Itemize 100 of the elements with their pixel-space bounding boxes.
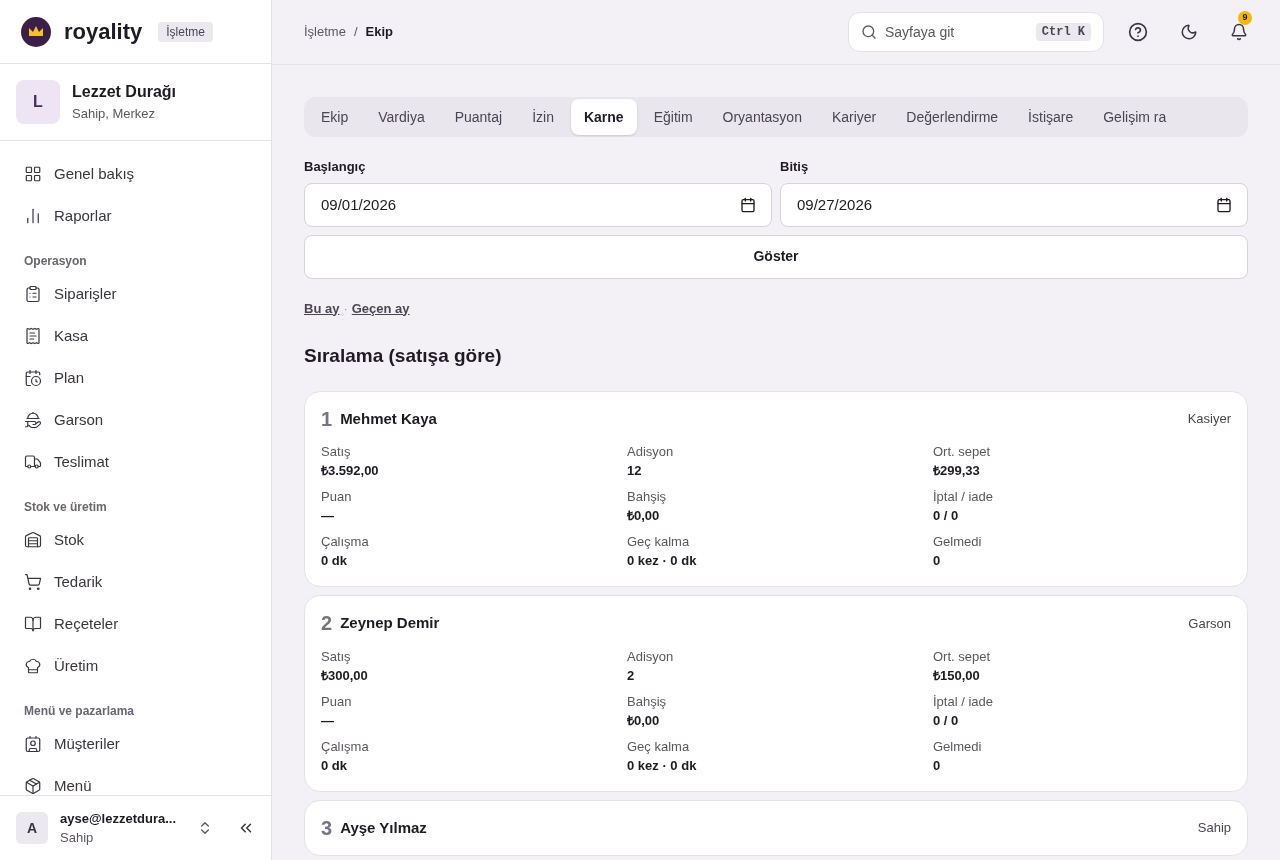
chef-hat-icon — [24, 657, 42, 675]
stat-label: Satış — [321, 443, 352, 461]
tab[interactable]: Kariyer — [818, 99, 890, 135]
help-icon[interactable] — [1128, 22, 1148, 42]
employee-role: Sahip — [1197, 819, 1231, 837]
stat-label: Çalışma — [321, 533, 370, 551]
calendar-icon[interactable] — [740, 196, 756, 213]
sidebar-item[interactable]: Genel bakış — [12, 153, 259, 195]
search-input[interactable]: Sayfaya git — [885, 21, 1028, 43]
stat-value: 0 — [933, 756, 942, 775]
stat-label: Geç kalma — [627, 737, 691, 756]
clipboard-icon — [24, 285, 42, 303]
breadcrumb-separator: / — [353, 23, 358, 42]
tab[interactable]: Değerlendirme — [893, 99, 1012, 135]
stat-value: 0 dk — [321, 756, 348, 775]
grid-icon — [24, 165, 42, 183]
contact-card-icon — [24, 735, 42, 753]
stat-value: 0 kez · 0 dk — [627, 552, 698, 570]
brand-name: royality — [64, 18, 143, 46]
warehouse-icon — [24, 531, 42, 549]
stat-value: 0 kez · 0 dk — [627, 756, 698, 775]
tab[interactable]: İstişare — [1015, 99, 1087, 135]
stat-label: Çalışma — [321, 737, 370, 756]
tab[interactable]: Karne — [570, 99, 637, 135]
rank-number: 2 — [321, 613, 333, 634]
stat-value: ₺3.592,00 — [321, 462, 380, 480]
sidebar-item[interactable]: Garson — [12, 399, 259, 441]
business-role: Sahip, Merkez — [72, 105, 157, 124]
rank-number: 1 — [321, 408, 333, 429]
sidebar-item[interactable]: Siparişler — [12, 273, 259, 315]
employee-role: Garson — [1188, 614, 1231, 633]
tab[interactable]: Ekip — [308, 99, 362, 135]
sidebar-item[interactable]: Plan — [12, 357, 259, 399]
sidebar-item[interactable]: Raporlar — [12, 195, 259, 237]
bar-chart-icon — [24, 207, 42, 225]
nav-section-title: Menü ve pazarlama — [23, 703, 136, 720]
shortcut-hint: Ctrl K — [1035, 23, 1091, 41]
stat-value: ₺299,33 — [933, 462, 981, 480]
business-avatar: L — [16, 80, 60, 124]
date-field[interactable]: 09/27/2026 — [780, 182, 1248, 227]
tab[interactable]: Puantaj — [441, 99, 516, 135]
calendar-icon — [24, 369, 42, 387]
sidebar-item[interactable]: Menü — [12, 765, 259, 795]
stat-label: Ort. sepet — [933, 647, 992, 666]
search-icon — [861, 24, 877, 40]
crown-logo-icon — [20, 15, 52, 48]
stat-label: Puan — [321, 692, 353, 711]
truck-icon — [24, 453, 42, 471]
employee-name: Ayşe Yılmaz — [340, 817, 427, 838]
stat-label: Adisyon — [627, 443, 675, 461]
breadcrumb-item[interactable]: İşletme — [304, 22, 346, 42]
tab[interactable]: Vardiya — [365, 99, 438, 135]
book-icon — [24, 615, 42, 633]
employee-role: Kasiyer — [1187, 410, 1231, 428]
show-button[interactable]: Göster — [304, 234, 1248, 279]
cart-icon — [24, 573, 42, 591]
stat-label: Bahşiş — [627, 692, 668, 711]
stat-label: Bahşiş — [627, 488, 668, 506]
employee-name: Mehmet Kaya — [340, 408, 437, 429]
sidebar-item[interactable]: Teslimat — [12, 441, 259, 483]
dark-mode-icon[interactable] — [1180, 23, 1198, 41]
sidebar-item[interactable]: Üretim — [12, 645, 259, 687]
stat-value: — — [321, 711, 335, 730]
user-avatar: A — [16, 812, 48, 844]
stat-label: Geç kalma — [627, 533, 691, 551]
stat-value: 0 / 0 — [933, 507, 960, 525]
tab[interactable]: İzin — [519, 99, 567, 135]
sidebar-item[interactable]: Tedarik — [12, 561, 259, 603]
serving-tray-icon — [24, 411, 42, 429]
sidebar-item[interactable]: Müşteriler — [12, 723, 259, 765]
stat-value: ₺150,00 — [933, 666, 981, 685]
date-label: Başlangıç — [304, 158, 367, 176]
date-field[interactable]: 09/01/2026 — [304, 182, 772, 227]
notification-bell-icon[interactable] — [1230, 23, 1248, 41]
tab[interactable]: Eğitim — [640, 99, 706, 135]
employee-name: Zeynep Demir — [340, 613, 440, 633]
stat-label: Adisyon — [627, 647, 675, 666]
date-label: Bitiş — [780, 158, 810, 176]
tab[interactable]: Gelişim ra — [1090, 99, 1180, 135]
rank-number: 3 — [321, 817, 333, 838]
stat-label: Ort. sepet — [933, 443, 992, 461]
search-field[interactable]: Sayfaya git Ctrl K — [848, 12, 1104, 52]
period-link[interactable]: Bu ay — [304, 298, 340, 318]
notification-count: 9 — [1238, 11, 1252, 25]
stat-label: Gelmedi — [933, 533, 983, 551]
stat-label: Satış — [321, 647, 352, 666]
calendar-icon[interactable] — [1216, 196, 1232, 213]
sidebar-item[interactable]: Reçeteler — [12, 603, 259, 645]
stat-value: 0 — [933, 552, 942, 570]
sidebar-item[interactable]: Kasa — [12, 315, 259, 357]
stat-label: İptal / iade — [933, 692, 994, 711]
stat-label: İptal / iade — [933, 488, 994, 506]
stat-value: ₺300,00 — [321, 666, 369, 685]
tab[interactable]: Oryantasyon — [709, 99, 815, 135]
user-email: ayse@lezzetdura... — [60, 809, 176, 828]
stat-value: 12 — [627, 462, 643, 480]
box-icon — [24, 777, 42, 795]
period-link[interactable]: Geçen ay — [351, 298, 410, 318]
stat-value: 2 — [627, 666, 636, 685]
sidebar-item[interactable]: Stok — [12, 519, 259, 561]
